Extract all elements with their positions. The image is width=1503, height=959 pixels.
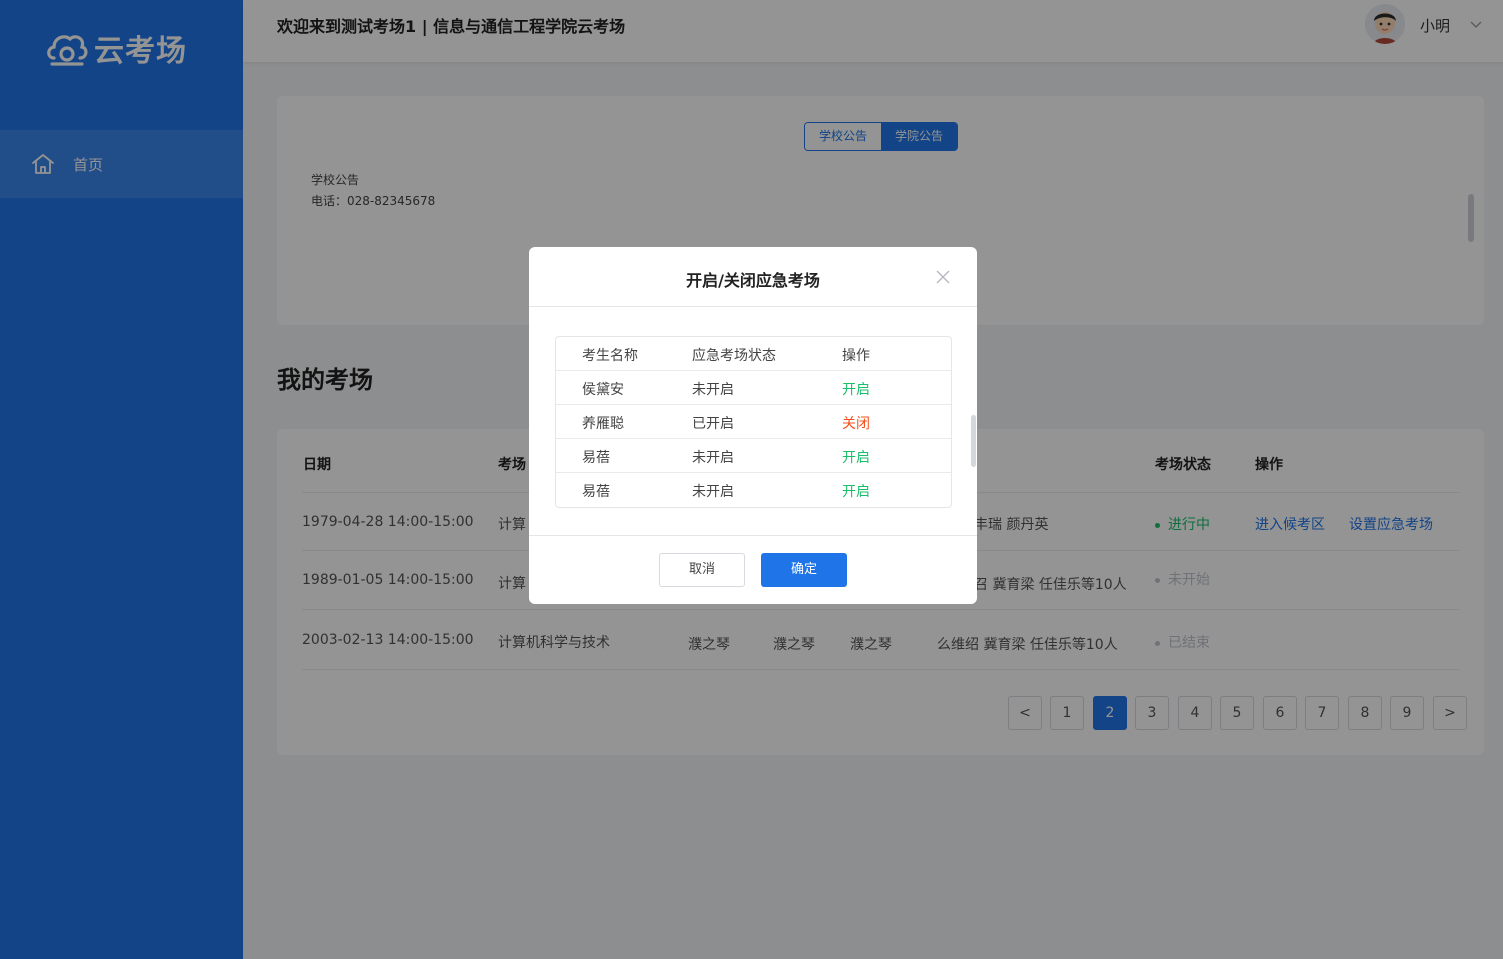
table-row: 侯黛安 未开启 开启 <box>556 371 951 405</box>
close-action-link[interactable]: 关闭 <box>842 413 870 433</box>
col-header-action: 操作 <box>842 348 870 364</box>
close-icon[interactable] <box>935 269 951 285</box>
candidate-table: 考生名称 应急考场状态 操作 侯黛安 未开启 开启 养雁聪 已开启 关闭 易蓓 … <box>555 336 952 508</box>
divider <box>529 535 977 536</box>
table-row: 养雁聪 已开启 关闭 <box>556 405 951 439</box>
cancel-button[interactable]: 取消 <box>659 553 745 587</box>
col-header-state: 应急考场状态 <box>692 348 776 364</box>
dialog-title: 开启/关闭应急考场 <box>686 271 820 290</box>
candidate-state: 已开启 <box>692 416 734 432</box>
open-action-link[interactable]: 开启 <box>842 447 870 467</box>
candidate-state: 未开启 <box>692 484 734 500</box>
divider <box>529 306 977 307</box>
candidate-state: 未开启 <box>692 382 734 398</box>
dialog-scrollbar[interactable] <box>971 415 976 467</box>
candidate-name: 侯黛安 <box>582 382 624 398</box>
col-header-name: 考生名称 <box>582 348 638 364</box>
candidate-name: 易蓓 <box>582 450 610 466</box>
table-row: 易蓓 未开启 开启 <box>556 473 951 507</box>
confirm-button[interactable]: 确定 <box>761 553 847 587</box>
candidate-state: 未开启 <box>692 450 734 466</box>
candidate-name: 养雁聪 <box>582 416 624 432</box>
table-header-row: 考生名称 应急考场状态 操作 <box>556 337 951 371</box>
candidate-name: 易蓓 <box>582 484 610 500</box>
open-action-link[interactable]: 开启 <box>842 379 870 399</box>
table-row: 易蓓 未开启 开启 <box>556 439 951 473</box>
open-action-link[interactable]: 开启 <box>842 481 870 501</box>
emergency-room-dialog: 开启/关闭应急考场 考生名称 应急考场状态 操作 侯黛安 未开启 开启 养雁聪 … <box>529 247 977 604</box>
